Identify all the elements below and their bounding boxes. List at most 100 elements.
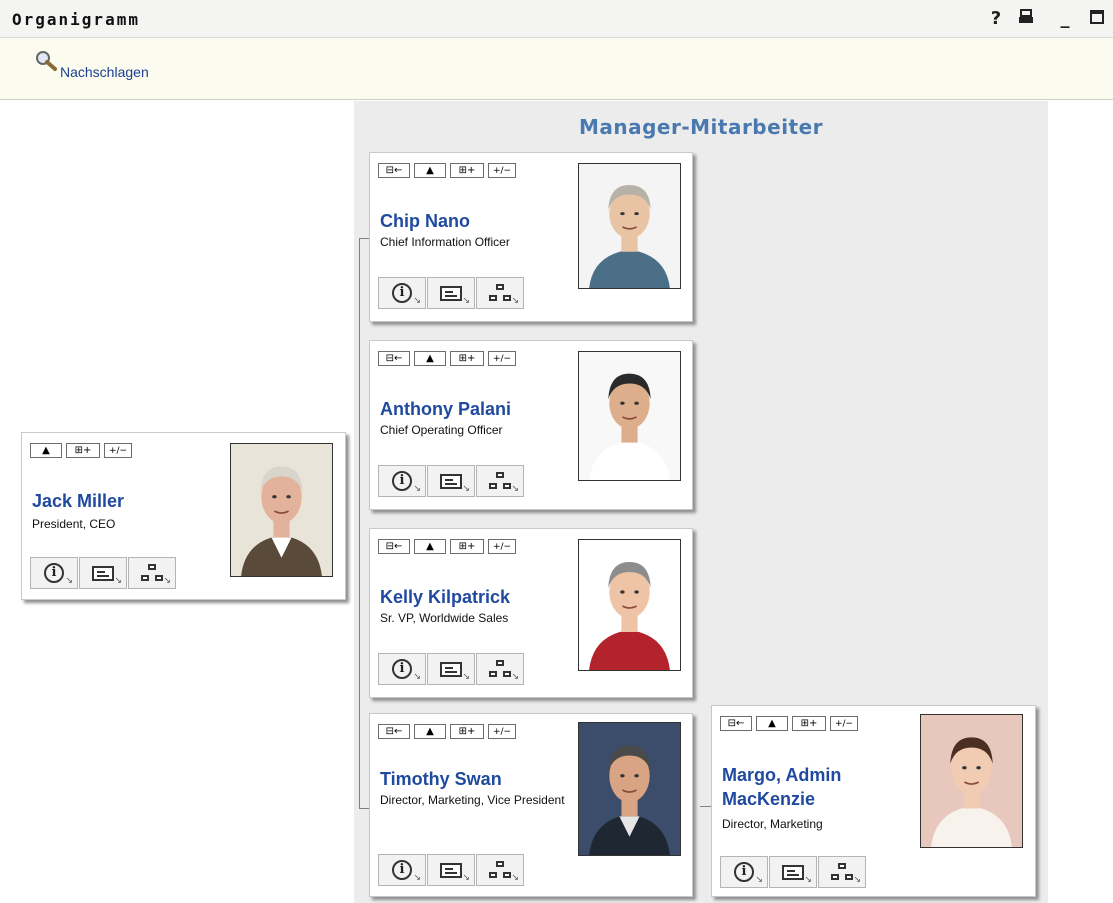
info-button[interactable]: i ↘: [30, 557, 78, 589]
print-icon: [1019, 9, 1033, 23]
info-icon: i: [392, 659, 412, 679]
go-upline-button[interactable]: ⊟←: [378, 351, 410, 366]
expand-downline-button[interactable]: ⊞+: [792, 716, 826, 731]
expand-downline-button[interactable]: ⊞+: [450, 539, 484, 554]
person-card-margo-mackenzie[interactable]: ⊟← ▲ ⊞+ +/− Margo, Admin MacKenzie Director, …: [711, 705, 1036, 897]
contact-card-icon: [782, 864, 804, 880]
contact-card-button[interactable]: ↘: [769, 856, 817, 888]
toggle-expand-button[interactable]: +/−: [488, 724, 516, 739]
info-icon: i: [734, 862, 754, 882]
person-name[interactable]: Jack Miller: [32, 489, 124, 513]
panel-title: Manager-Mitarbeiter: [578, 115, 824, 139]
go-upline-button[interactable]: ⊟←: [378, 539, 410, 554]
card-button-row: i ↘ ↘ ↘: [378, 854, 524, 886]
org-chart-button[interactable]: ↘: [476, 854, 524, 886]
card-action-bar: ⊟← ▲ ⊞+ +/−: [720, 716, 858, 731]
contact-card-icon: [440, 285, 462, 301]
person-job-title: Chief Operating Officer: [380, 423, 503, 437]
info-button[interactable]: i ↘: [720, 856, 768, 888]
person-card-timothy-swan[interactable]: ⊟← ▲ ⊞+ +/− Timothy Swan Director, Marketing,…: [369, 713, 693, 897]
contact-card-button[interactable]: ↘: [79, 557, 127, 589]
person-job-title: Sr. VP, Worldwide Sales: [380, 611, 509, 625]
card-button-row: i ↘ ↘ ↘: [378, 277, 524, 309]
lookup-label[interactable]: Nachschlagen: [60, 64, 149, 80]
go-upline-button[interactable]: ⊟←: [378, 724, 410, 739]
info-button[interactable]: i ↘: [378, 653, 426, 685]
org-chart-button[interactable]: ↘: [476, 653, 524, 685]
minimize-button[interactable]: _: [1054, 9, 1076, 29]
help-button[interactable]: ?: [985, 9, 1007, 29]
card-button-row: i ↘ ↘ ↘: [30, 557, 176, 589]
org-chart-button[interactable]: ↘: [818, 856, 866, 888]
card-action-bar: ⊟← ▲ ⊞+ +/−: [378, 724, 516, 739]
go-up-button[interactable]: ▲: [30, 443, 62, 458]
contact-card-icon: [440, 862, 462, 878]
maximize-icon: [1090, 10, 1104, 24]
toolbar: Nachschlagen: [0, 38, 1113, 100]
contact-card-button[interactable]: ↘: [427, 653, 475, 685]
go-up-button[interactable]: ▲: [414, 539, 446, 554]
card-action-bar: ▲ ⊞+ +/−: [30, 443, 132, 458]
org-chart-icon: [489, 660, 511, 678]
expand-downline-button[interactable]: ⊞+: [450, 351, 484, 366]
toggle-expand-button[interactable]: +/−: [830, 716, 858, 731]
person-card-chip-nano[interactable]: ⊟← ▲ ⊞+ +/− Chip Nano Chief Information Offic…: [369, 152, 693, 322]
go-upline-button[interactable]: ⊟←: [720, 716, 752, 731]
person-photo: [578, 351, 681, 481]
org-chart-button[interactable]: ↘: [128, 557, 176, 589]
go-up-button[interactable]: ▲: [414, 724, 446, 739]
toggle-expand-button[interactable]: +/−: [104, 443, 132, 458]
org-chart-icon: [489, 472, 511, 490]
org-chart-icon: [489, 861, 511, 879]
person-card-kelly-kilpatrick[interactable]: ⊟← ▲ ⊞+ +/− Kelly Kilpatrick Sr. VP, Worldwid…: [369, 528, 693, 698]
card-button-row: i ↘ ↘ ↘: [378, 653, 524, 685]
info-icon: i: [392, 860, 412, 880]
org-chart-button[interactable]: ↘: [476, 277, 524, 309]
person-job-title: President, CEO: [32, 517, 116, 531]
expand-downline-button[interactable]: ⊞+: [450, 163, 484, 178]
person-photo: [578, 539, 681, 671]
contact-card-icon: [440, 473, 462, 489]
info-icon: i: [392, 283, 412, 303]
org-chart-button[interactable]: ↘: [476, 465, 524, 497]
lookup-link[interactable]: Nachschlagen: [34, 50, 149, 80]
person-photo: [230, 443, 333, 577]
person-name[interactable]: Anthony Palani: [380, 397, 511, 421]
person-name[interactable]: Timothy Swan: [380, 767, 502, 791]
person-name[interactable]: Kelly Kilpatrick: [380, 585, 510, 609]
org-chart-icon: [831, 863, 853, 881]
person-name[interactable]: Margo, Admin MacKenzie: [722, 763, 882, 811]
person-card-anthony-palani[interactable]: ⊟← ▲ ⊞+ +/− Anthony Palani Chief Operating Of…: [369, 340, 693, 510]
contact-card-button[interactable]: ↘: [427, 854, 475, 886]
info-icon: i: [392, 471, 412, 491]
contact-card-button[interactable]: ↘: [427, 277, 475, 309]
expand-downline-button[interactable]: ⊞+: [66, 443, 100, 458]
person-job-title: Director, Marketing: [722, 817, 823, 831]
card-action-bar: ⊟← ▲ ⊞+ +/−: [378, 351, 516, 366]
magnifier-icon: [36, 51, 57, 71]
go-up-button[interactable]: ▲: [414, 163, 446, 178]
org-chart-icon: [141, 564, 163, 582]
toggle-expand-button[interactable]: +/−: [488, 539, 516, 554]
go-upline-button[interactable]: ⊟←: [378, 163, 410, 178]
window-titlebar: Organigramm ? _: [0, 0, 1113, 38]
go-up-button[interactable]: ▲: [756, 716, 788, 731]
card-action-bar: ⊟← ▲ ⊞+ +/−: [378, 539, 516, 554]
person-photo: [578, 163, 681, 289]
expand-downline-button[interactable]: ⊞+: [450, 724, 484, 739]
info-button[interactable]: i ↘: [378, 465, 426, 497]
person-job-title: Director, Marketing, Vice President: [380, 793, 565, 807]
info-button[interactable]: i ↘: [378, 854, 426, 886]
toggle-expand-button[interactable]: +/−: [488, 351, 516, 366]
connector-vertical: [359, 238, 360, 808]
window-title: Organigramm: [12, 10, 140, 29]
go-up-button[interactable]: ▲: [414, 351, 446, 366]
maximize-button[interactable]: [1086, 9, 1108, 29]
print-button[interactable]: [1015, 9, 1037, 29]
card-action-bar: ⊟← ▲ ⊞+ +/−: [378, 163, 516, 178]
info-button[interactable]: i ↘: [378, 277, 426, 309]
person-card-jack-miller[interactable]: ▲ ⊞+ +/− Jack Miller President, CEO i ↘ ↘ ↘: [21, 432, 346, 600]
toggle-expand-button[interactable]: +/−: [488, 163, 516, 178]
contact-card-button[interactable]: ↘: [427, 465, 475, 497]
person-name[interactable]: Chip Nano: [380, 209, 470, 233]
